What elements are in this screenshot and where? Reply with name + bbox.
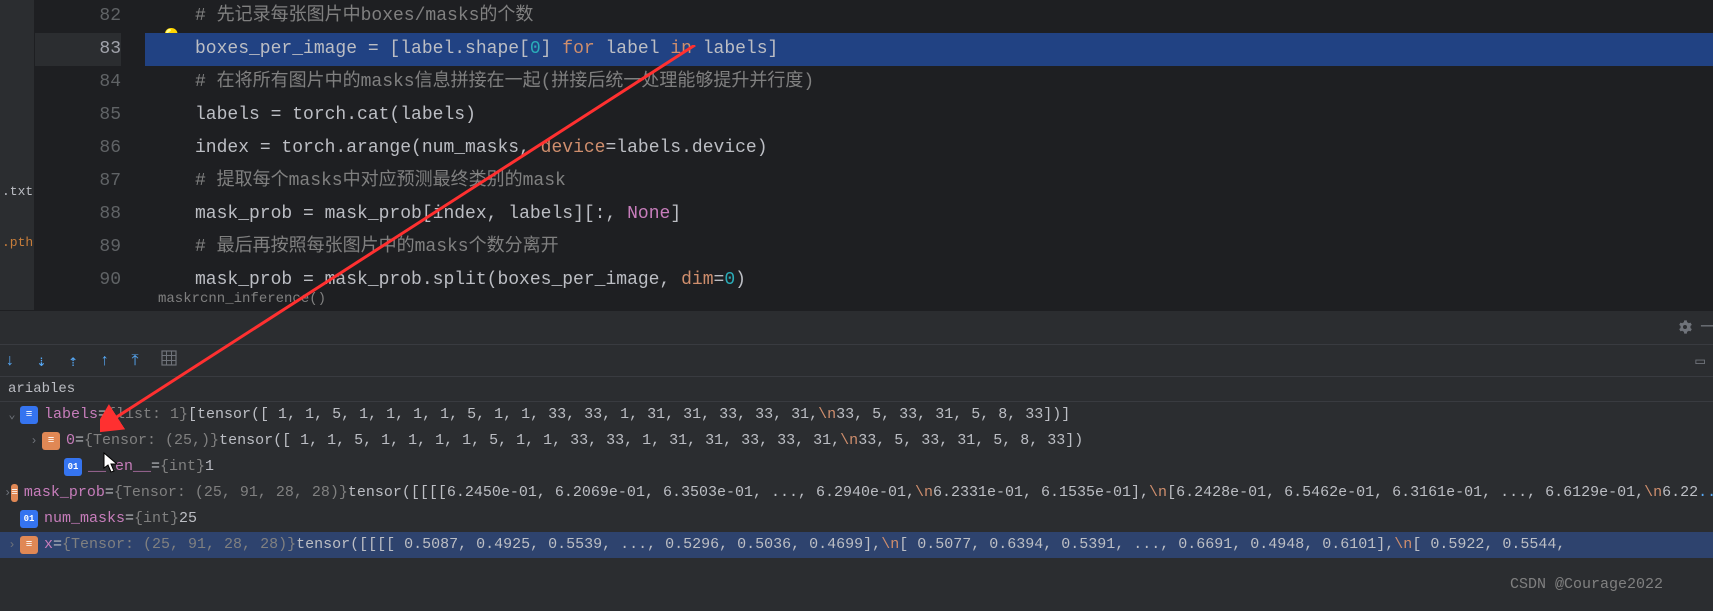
variable-value: tensor([[[[ 0.5087, 0.4925, 0.5539, ...,… [296,533,881,557]
line-number[interactable]: 83 [35,33,121,66]
variable-row[interactable]: ›≡x = {Tensor: (25, 91, 28, 28)} tensor(… [0,532,1713,558]
run-to-cursor-icon[interactable]: ⤒ [132,352,139,370]
minimize-icon[interactable]: — [1701,315,1713,338]
file-tab-pth[interactable]: .pth [0,231,35,254]
variable-row[interactable]: 01num_masks = {int} 25 [0,506,1713,532]
variable-value: 1 [205,455,214,479]
step-over-icon[interactable]: ↑ [100,352,110,370]
line-number[interactable]: 89 [35,231,121,264]
variable-value: 6.22 [1662,481,1698,505]
breadcrumb[interactable]: maskrcnn_inference() [150,288,334,310]
variable-type-icon: ≡ [11,484,18,502]
code-line[interactable]: boxes_per_image = [label.shape[0] for la… [145,33,1713,66]
step-out-icon[interactable]: ⇡ [68,351,78,371]
variable-row[interactable]: ⌄≡labels = {list: 1} [tensor([ 1, 1, 5, … [0,402,1713,428]
variable-value: \n [915,481,933,505]
file-tabs: .txt .pth [0,180,35,254]
variable-name: labels [44,403,98,427]
code-line[interactable]: # 提取每个masks中对应预测最终类别的mask [145,165,1713,198]
view-link[interactable]: ... View [1698,481,1713,505]
step-down-icon[interactable]: ↓ [5,352,15,370]
watermark-text: CSDN @Courage2022 [1510,576,1663,593]
variable-value: tensor([ 1, 1, 5, 1, 1, 1, 1, 5, 1, 1, 3… [219,429,840,453]
code-line[interactable]: index = torch.arange(num_masks, device=l… [145,132,1713,165]
variable-value: \n [1644,481,1662,505]
variable-value: tensor([[[[6.2450e-01, 6.2069e-01, 6.350… [348,481,915,505]
variable-type: {Tensor: (25, 91, 28, 28)} [114,481,348,505]
variable-name: num_masks [44,507,125,531]
chevron-right-icon[interactable]: › [4,481,11,505]
variable-type: {list: 1} [107,403,188,427]
variable-type-icon: 01 [64,458,82,476]
code-line[interactable]: mask_prob = mask_prob.split(boxes_per_im… [145,264,1713,297]
variable-name: 0 [66,429,75,453]
variable-name: __len__ [88,455,151,479]
variable-value: \n [881,533,899,557]
code-line[interactable]: # 先记录每张图片中boxes/masks的个数 [145,0,1713,33]
line-number[interactable]: 86 [35,132,121,165]
code-line[interactable]: # 在将所有图片中的masks信息拼接在一起(拼接后统一处理能够提升并行度) [145,66,1713,99]
code-line[interactable]: # 最后再按照每张图片中的masks个数分离开 [145,231,1713,264]
variable-name: x [44,533,53,557]
debug-toolbar: ↓ ⇣ ⇡ ↑ ⤒ ▭ [0,345,1713,377]
variable-type: {int} [160,455,205,479]
variable-value: [6.2428e-01, 6.5462e-01, 6.3161e-01, ...… [1167,481,1644,505]
variables-tab[interactable]: ariables [0,377,1713,402]
variable-value: [tensor([ 1, 1, 5, 1, 1, 1, 1, 5, 1, 1, … [188,403,818,427]
variable-name: mask_prob [24,481,105,505]
variables-panel: ⌄≡labels = {list: 1} [tensor([ 1, 1, 5, … [0,402,1713,558]
chevron-down-icon[interactable]: ⌄ [4,403,20,427]
variable-value: 6.2331e-01, 6.1535e-01], [933,481,1149,505]
variable-value: \n [1149,481,1167,505]
panel-separator: — [0,310,1713,345]
variable-row[interactable]: ›≡mask_prob = {Tensor: (25, 91, 28, 28)}… [0,480,1713,506]
code-line[interactable]: mask_prob = mask_prob[index, labels][:, … [145,198,1713,231]
variable-value: [ 0.5922, 0.5544, [1412,533,1565,557]
line-number[interactable]: 88 [35,198,121,231]
project-sidebar: .txt .pth [0,0,35,310]
layout-icon[interactable]: ▭ [1695,351,1705,371]
line-number[interactable]: 90 [35,264,121,297]
variable-type-icon: 01 [20,510,38,528]
evaluate-icon[interactable] [161,350,177,371]
line-number[interactable]: 84 [35,66,121,99]
chevron-right-icon[interactable]: › [26,429,42,453]
variable-type: {Tensor: (25, 91, 28, 28)} [62,533,296,557]
gear-icon[interactable] [1677,319,1693,340]
variable-value: \n [840,429,858,453]
file-tab-txt[interactable]: .txt [0,180,35,203]
variable-value: 33, 5, 33, 31, 5, 8, 33])] [836,403,1070,427]
variable-value: \n [818,403,836,427]
variable-value: [ 0.5077, 0.6394, 0.5391, ..., 0.6691, 0… [899,533,1394,557]
variable-value: 33, 5, 33, 31, 5, 8, 33]) [858,429,1083,453]
chevron-right-icon[interactable]: › [4,533,20,557]
line-gutter: 828384858687888990 [35,0,145,310]
variable-value: \n [1394,533,1412,557]
variable-type: {Tensor: (25,)} [84,429,219,453]
line-number[interactable]: 82 [35,0,121,33]
step-into-icon[interactable]: ⇣ [37,351,47,371]
variable-type-icon: ≡ [42,432,60,450]
variable-type: {int} [134,507,179,531]
variable-type-icon: ≡ [20,406,38,424]
variable-type-icon: ≡ [20,536,38,554]
line-number[interactable]: 85 [35,99,121,132]
line-number[interactable]: 87 [35,165,121,198]
variable-value: 25 [179,507,197,531]
code-content[interactable]: # 先记录每张图片中boxes/masks的个数boxes_per_image … [145,0,1713,310]
code-editor: .txt .pth 828384858687888990 💡 # 先记录每张图片… [0,0,1713,310]
variable-row[interactable]: ›≡0 = {Tensor: (25,)} tensor([ 1, 1, 5, … [0,428,1713,454]
variable-row[interactable]: 01__len__ = {int} 1 [0,454,1713,480]
code-line[interactable]: labels = torch.cat(labels) [145,99,1713,132]
